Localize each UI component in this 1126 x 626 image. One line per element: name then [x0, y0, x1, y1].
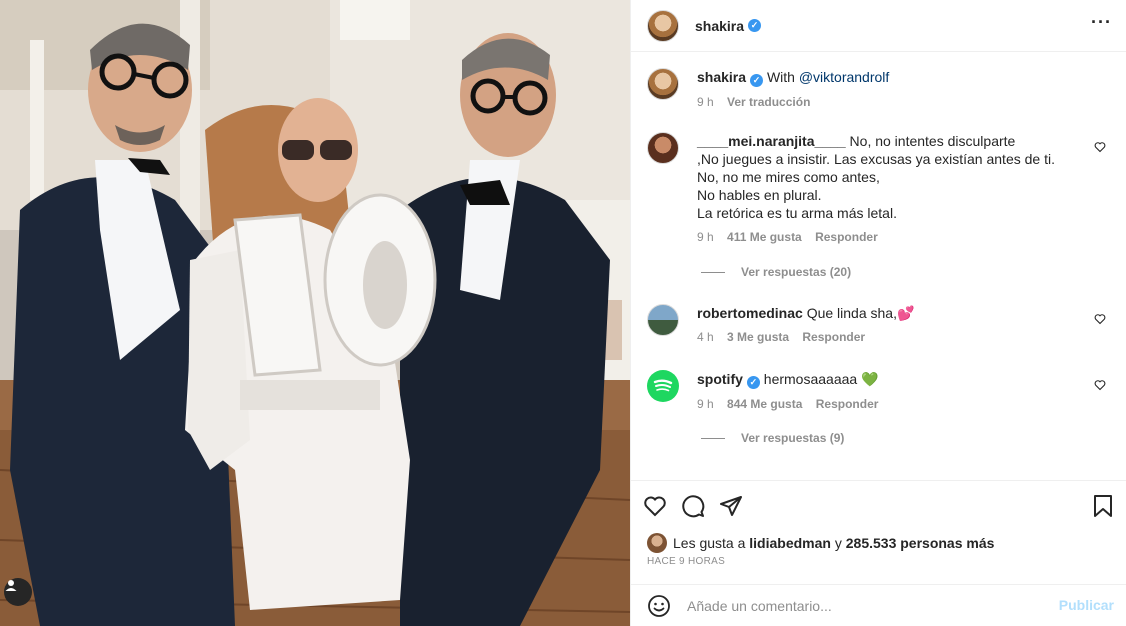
comments-list: shakira ✓ With @viktorandrolf 9 h Ver tra…: [631, 52, 1126, 480]
caption: shakira ✓ With @viktorandrolf 9 h Ver tra…: [647, 68, 1110, 111]
reply-button[interactable]: Responder: [815, 230, 878, 244]
comment-line: No hables en plural.: [697, 187, 822, 203]
share-send-icon[interactable]: [719, 494, 743, 518]
view-replies-button[interactable]: Ver respuestas (9): [701, 431, 844, 445]
author-avatar[interactable]: [647, 9, 679, 42]
comment-meta: 9 h 844 Me gusta Responder: [697, 395, 1084, 413]
comment-age[interactable]: 9 h: [697, 397, 714, 411]
comment-meta: 9 h 411 Me gusta Responder: [697, 228, 1084, 246]
comment-age[interactable]: 4 h: [697, 330, 714, 344]
replies-divider: [701, 437, 725, 439]
post-image: [0, 0, 630, 626]
spotify-avatar[interactable]: [647, 370, 679, 402]
comment-text: hermosaaaaaa 💚: [763, 371, 879, 387]
post-photo[interactable]: [0, 0, 630, 626]
comment-likes[interactable]: 844 Me gusta: [727, 397, 802, 411]
save-bookmark-icon[interactable]: [1092, 494, 1114, 521]
caption-mention[interactable]: @viktorandrolf: [799, 69, 889, 85]
comment-item: spotify ✓ hermosaaaaaa 💚 9 h 844 Me gusta…: [647, 370, 1110, 413]
user-tag-icon: [5, 580, 17, 591]
comment-line: La retórica es tu arma más letal.: [697, 205, 897, 221]
caption-author-avatar[interactable]: [647, 68, 679, 100]
like-comment-heart-icon[interactable]: [1094, 379, 1106, 391]
comment-author[interactable]: ____mei.naranjita____: [697, 133, 846, 149]
spotify-logo-icon: [653, 379, 673, 392]
comment-text: Que linda sha,💕: [806, 305, 915, 321]
tagged-users-button[interactable]: [4, 578, 32, 606]
view-replies-button[interactable]: Ver respuestas (20): [701, 265, 851, 279]
comment-author[interactable]: spotify: [697, 371, 743, 387]
like-comment-heart-icon[interactable]: [1094, 141, 1106, 153]
view-replies-label: Ver respuestas (20): [741, 265, 852, 279]
view-replies-label: Ver respuestas (9): [741, 431, 845, 445]
comment-item: robertomedinac Que linda sha,💕 4 h 3 Me …: [647, 304, 1110, 346]
verified-badge-icon: ✓: [746, 375, 760, 389]
caption-author[interactable]: shakira: [697, 69, 746, 85]
instagram-post: shakira ✓ ··· shakira ✓ With @viktorandro…: [0, 0, 1126, 626]
like-heart-icon[interactable]: [643, 494, 667, 518]
like-comment-heart-icon[interactable]: [1094, 313, 1106, 325]
post-timestamp[interactable]: HACE 9 HORAS: [631, 556, 1126, 570]
post-header: shakira ✓ ···: [631, 0, 1126, 52]
action-bar: [631, 480, 1126, 530]
likes-summary: Les gusta a lidiabedman y 285.533 person…: [631, 530, 1126, 556]
caption-meta: 9 h Ver traducción: [697, 93, 1110, 111]
comment-age[interactable]: 9 h: [697, 230, 714, 244]
verified-badge-icon: ✓: [750, 73, 764, 87]
liker-username[interactable]: lidiabedman: [749, 535, 831, 551]
comment-author[interactable]: robertomedinac: [697, 305, 803, 321]
comment-meta: 4 h 3 Me gusta Responder: [697, 328, 1084, 346]
translate-link[interactable]: Ver traducción: [727, 95, 810, 109]
caption-age[interactable]: 9 h: [697, 95, 714, 109]
emoji-smile-icon[interactable]: [647, 594, 671, 618]
comment-line: No, no me mires como antes,: [697, 169, 880, 185]
comment-composer: Añade un comentario... Publicar: [631, 584, 1126, 626]
reply-button[interactable]: Responder: [816, 397, 879, 411]
comment-item: ____mei.naranjita____ No, no intentes di…: [647, 132, 1110, 246]
comment-likes[interactable]: 411 Me gusta: [727, 230, 802, 244]
likes-count-link[interactable]: 285.533 personas más: [846, 535, 995, 551]
comment-avatar[interactable]: [647, 304, 679, 336]
more-options-icon[interactable]: ···: [1091, 12, 1112, 33]
publish-button[interactable]: Publicar: [1059, 597, 1114, 613]
comment-bubble-icon[interactable]: [681, 494, 705, 518]
author-username[interactable]: shakira: [695, 18, 744, 34]
comment-line: No, no intentes disculparte: [849, 133, 1016, 149]
liker-avatar[interactable]: [647, 533, 667, 553]
comment-line: ,No juegues a insistir. Las excusas ya e…: [697, 151, 1055, 167]
verified-badge-icon: ✓: [748, 19, 762, 32]
comment-input[interactable]: Añade un comentario...: [687, 598, 832, 614]
caption-with: With: [766, 69, 795, 85]
likes-prefix: Les gusta a: [673, 535, 746, 551]
comment-avatar[interactable]: [647, 132, 679, 164]
reply-button[interactable]: Responder: [802, 330, 865, 344]
post-sidebar: shakira ✓ ··· shakira ✓ With @viktorandro…: [630, 0, 1126, 626]
comment-likes[interactable]: 3 Me gusta: [727, 330, 789, 344]
replies-divider: [701, 271, 725, 273]
likes-conj: y: [834, 535, 842, 551]
